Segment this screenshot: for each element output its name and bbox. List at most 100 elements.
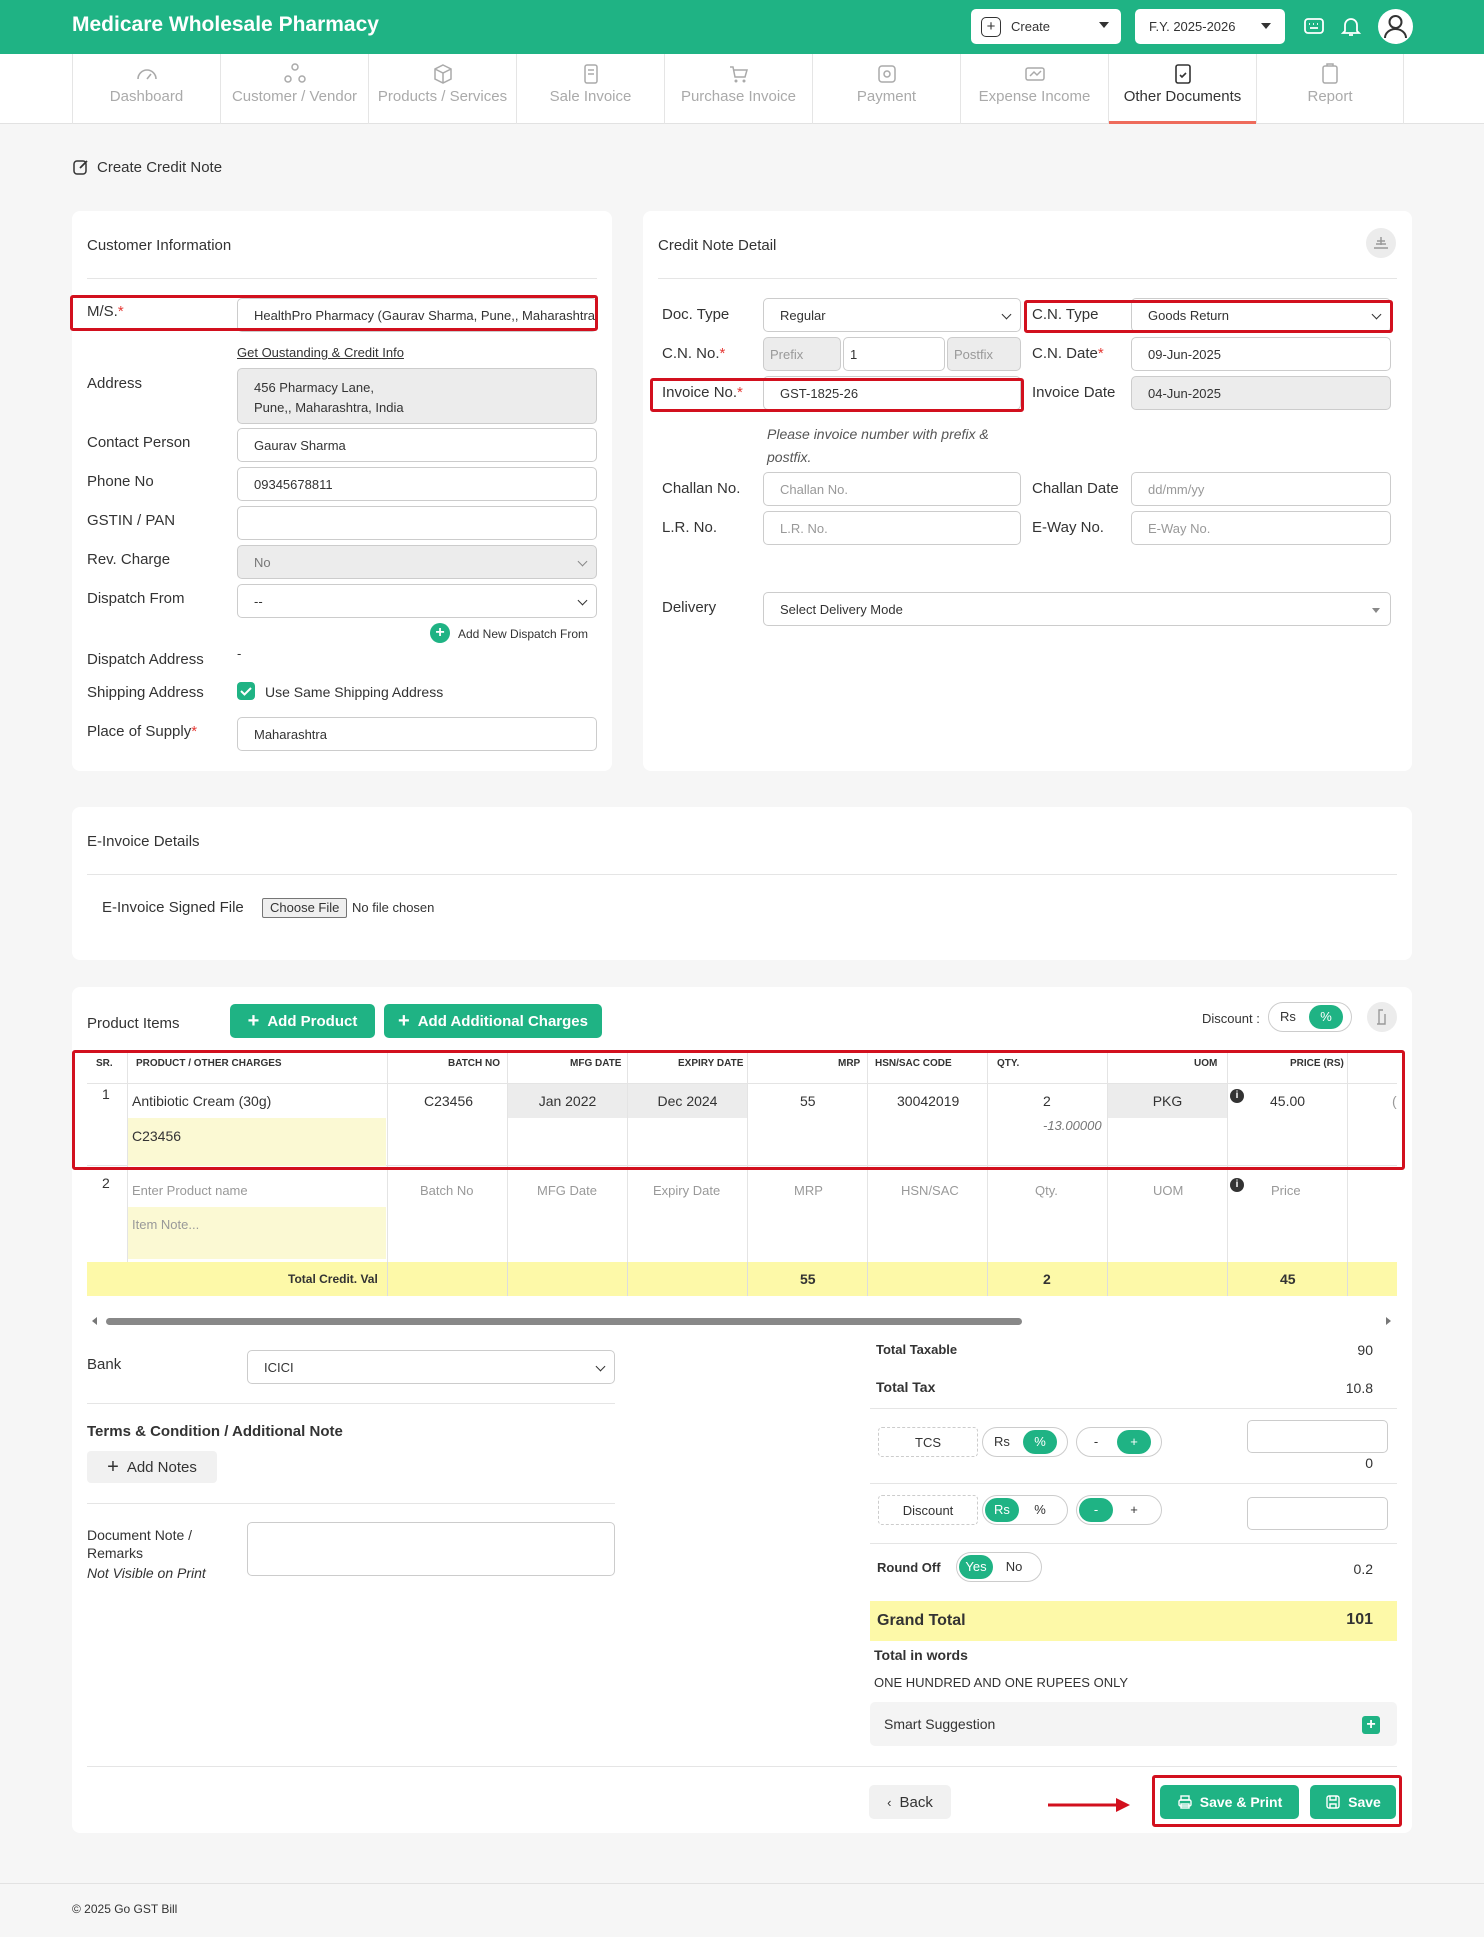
row2-item-note[interactable]: Item Note... — [128, 1207, 386, 1259]
cn-postfix-input[interactable]: Postfix — [947, 337, 1021, 371]
settings-button[interactable] — [1366, 228, 1396, 258]
total-tax-label: Total Tax — [876, 1379, 936, 1395]
credit-note-heading: Credit Note Detail — [658, 237, 777, 254]
invoice-date-input[interactable]: 04-Jun-2025 — [1131, 376, 1391, 410]
add-dispatch-link[interactable]: Add New Dispatch From — [458, 627, 588, 641]
row2-hsn[interactable]: HSN/SAC — [901, 1183, 959, 1198]
nav-customer-vendor[interactable]: Customer / Vendor — [220, 54, 368, 124]
nav-expense-income[interactable]: Expense Income — [960, 54, 1108, 124]
eway-input[interactable]: E-Way No. — [1131, 511, 1391, 545]
einvoice-file-label: E-Invoice Signed File — [102, 899, 244, 916]
address-textarea[interactable]: 456 Pharmacy Lane, Pune,, Maharashtra, I… — [237, 368, 597, 424]
add-charges-button[interactable]: + Add Additional Charges — [384, 1004, 602, 1038]
row2-qty[interactable]: Qty. — [1035, 1183, 1058, 1198]
plus-icon: + — [247, 1009, 260, 1032]
taxable-label: Total Taxable — [876, 1342, 958, 1357]
row2-expiry[interactable]: Expiry Date — [653, 1183, 720, 1198]
roundoff-toggle[interactable]: Yes No — [956, 1552, 1042, 1582]
row2-uom[interactable]: UOM — [1153, 1183, 1183, 1198]
discount-total-input[interactable] — [1247, 1497, 1388, 1530]
roundoff-label: Round Off — [877, 1560, 941, 1575]
top-bar: Medicare Wholesale Pharmacy + Create F.Y… — [0, 0, 1484, 54]
doctype-select[interactable]: Regular — [763, 298, 1021, 332]
resize-icon — [1377, 1009, 1386, 1025]
column-settings-button[interactable] — [1367, 1002, 1397, 1032]
phone-input[interactable]: 09345678811 — [237, 467, 597, 501]
row2-price[interactable]: Price — [1271, 1183, 1301, 1198]
contact-person-input[interactable]: Gaurav Sharma — [237, 428, 597, 462]
discount-type-toggle[interactable]: Rs% — [1268, 1002, 1352, 1032]
nav-report[interactable]: Report — [1256, 54, 1404, 124]
cn-date-input[interactable]: 09-Jun-2025 — [1131, 337, 1391, 371]
plus-icon: + — [981, 16, 1001, 37]
users-icon — [283, 63, 306, 83]
lr-label: L.R. No. — [662, 519, 718, 536]
row2-product-input[interactable]: Enter Product name — [132, 1183, 248, 1198]
einvoice-heading: E-Invoice Details — [87, 833, 200, 850]
bell-icon[interactable] — [1339, 14, 1363, 38]
nav-other-documents[interactable]: Other Documents — [1108, 54, 1256, 124]
rev-charge-select[interactable]: No — [237, 545, 597, 579]
challan-label: Challan No. — [662, 480, 741, 497]
nav-products-services[interactable]: Products / Services — [368, 54, 516, 124]
gstin-label: GSTIN / PAN — [87, 512, 176, 529]
no-file-text: No file chosen — [352, 900, 435, 915]
add-dispatch-icon[interactable]: + — [430, 623, 450, 643]
discount-total-type-toggle[interactable]: Rs% — [982, 1495, 1068, 1525]
words-value: ONE HUNDRED AND ONE RUPEES ONLY — [874, 1675, 1129, 1690]
row2-mfg[interactable]: MFG Date — [537, 1183, 597, 1198]
eway-label: E-Way No. — [1032, 519, 1104, 536]
document-icon — [1174, 64, 1191, 84]
tcs-sign-toggle[interactable]: - + — [1076, 1427, 1162, 1457]
cn-number-input[interactable]: 1 — [843, 337, 945, 371]
nav-dashboard[interactable]: Dashboard — [72, 54, 220, 124]
horizontal-scrollbar[interactable] — [106, 1318, 1022, 1325]
nav-purchase-invoice[interactable]: Purchase Invoice — [664, 54, 812, 124]
keyboard-icon[interactable] — [1302, 14, 1326, 38]
cnno-label: C.N. No.* — [662, 345, 726, 362]
nav-payment[interactable]: Payment — [812, 54, 960, 124]
challan-input[interactable]: Challan No. — [763, 472, 1021, 506]
create-dropdown[interactable]: + Create — [971, 9, 1121, 44]
caret-down-icon — [1261, 23, 1271, 29]
gstin-input[interactable] — [237, 506, 597, 540]
expand-plus-icon[interactable]: + — [1362, 1716, 1380, 1734]
edit-icon — [73, 160, 88, 175]
main-nav: Dashboard Customer / Vendor Products / S… — [0, 54, 1484, 124]
scroll-left-icon[interactable] — [92, 1317, 97, 1325]
roundoff-value: 0.2 — [1353, 1561, 1373, 1577]
bank-select[interactable]: ICICI — [247, 1350, 615, 1384]
avatar[interactable] — [1378, 9, 1413, 44]
discount-total-sign-toggle[interactable]: - + — [1076, 1495, 1162, 1525]
same-shipping-checkbox[interactable] — [237, 682, 255, 700]
delivery-select[interactable]: Select Delivery Mode — [763, 592, 1391, 626]
add-product-button[interactable]: + Add Product — [230, 1004, 375, 1038]
add-template-icon — [1374, 237, 1388, 249]
choose-file-button[interactable]: Choose File — [262, 898, 348, 918]
dispatch-from-select[interactable]: -- — [237, 584, 597, 618]
user-icon — [1384, 15, 1407, 39]
back-button[interactable]: ‹ Back — [869, 1785, 951, 1819]
lr-input[interactable]: L.R. No. — [763, 511, 1021, 545]
info-icon[interactable]: i — [1230, 1178, 1244, 1192]
total-label: Total Credit. Val — [288, 1272, 378, 1286]
add-notes-button[interactable]: + Add Notes — [87, 1451, 217, 1483]
tcs-input[interactable] — [1247, 1420, 1388, 1453]
same-shipping-label: Use Same Shipping Address — [265, 684, 444, 700]
doc-note-textarea[interactable] — [247, 1522, 615, 1576]
chevron-left-icon: ‹ — [887, 1794, 892, 1810]
doc-note-label: Document Note / Remarks Not Visible on Pr… — [87, 1527, 206, 1581]
row2-mrp[interactable]: MRP — [794, 1183, 823, 1198]
row2-batch[interactable]: Batch No — [420, 1183, 473, 1198]
total-price: 45 — [1280, 1271, 1296, 1287]
tcs-type-toggle[interactable]: Rs% — [982, 1427, 1068, 1457]
cn-prefix-input[interactable]: Prefix — [763, 337, 841, 371]
outstanding-link[interactable]: Get Oustanding & Credit Info — [237, 345, 404, 360]
scroll-right-icon[interactable] — [1386, 1317, 1391, 1325]
nav-sale-invoice[interactable]: Sale Invoice — [516, 54, 664, 124]
challan-date-input[interactable]: dd/mm/yy — [1131, 472, 1391, 506]
customer-info-heading: Customer Information — [87, 237, 232, 254]
fiscal-year-dropdown[interactable]: F.Y. 2025-2026 — [1135, 9, 1285, 44]
plus-icon: + — [107, 1455, 119, 1478]
place-of-supply-input[interactable]: Maharashtra — [237, 717, 597, 751]
